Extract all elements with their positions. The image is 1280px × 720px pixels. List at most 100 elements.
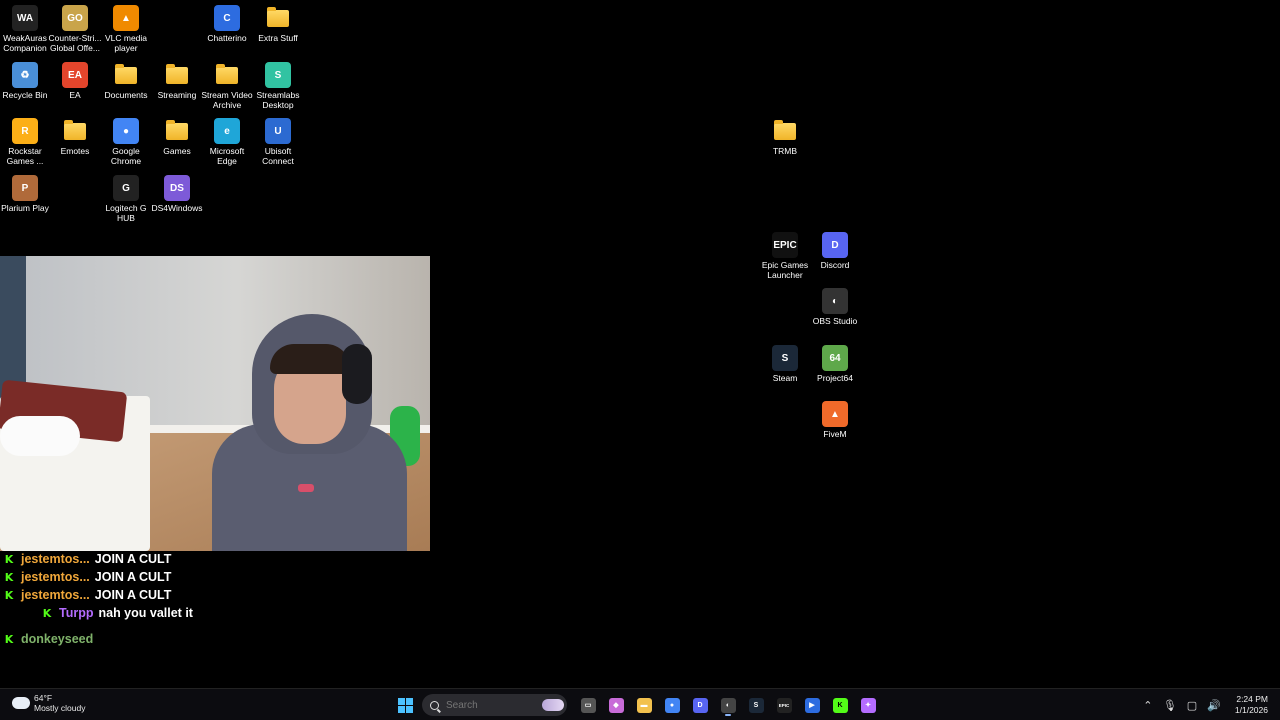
desktop-icon-rockstar-games[interactable]: R Rockstar Games ... (0, 118, 50, 166)
desktop-icon-label: Google Chrome (110, 146, 142, 166)
desktop-icon-fivem[interactable]: ▲ FiveM (810, 401, 860, 439)
taskbar-app-discord[interactable]: D (689, 693, 711, 717)
start-button[interactable] (394, 693, 416, 717)
vlc-media-player-icon: ▲ (113, 5, 139, 31)
clock[interactable]: 2:24 PM 1/1/2026 (1235, 694, 1268, 716)
project64-icon: 64 (822, 345, 848, 371)
clock-date: 1/1/2026 (1234, 705, 1268, 715)
desktop-icon-label: Streamlabs Desktop (256, 90, 300, 110)
desktop-icon-label: Epic Games Launcher (761, 260, 809, 280)
system-tray: ⌃ 🎙 ▢ 🔊 2:24 PM 1/1/2026 (1141, 692, 1268, 718)
steam-icon: S (748, 697, 764, 713)
desktop-icon-label: Extra Stuff (258, 33, 298, 43)
copilot-icon: ◆ (608, 697, 624, 713)
taskbar-app-task-view[interactable]: ▭ (577, 693, 599, 717)
desktop-icon-ubisoft-connect[interactable]: U Ubisoft Connect (253, 118, 303, 166)
desktop-icon-label: WeakAuras Companion (3, 33, 47, 53)
kick-badge-icon: K (4, 552, 14, 566)
desktop-icon-plarium-play[interactable]: P Plarium Play (0, 175, 50, 213)
taskbar-app-kick[interactable]: K (829, 693, 851, 717)
search-input[interactable] (446, 699, 536, 711)
desktop-icon-microsoft-edge[interactable]: e Microsoft Edge (202, 118, 252, 166)
kick-badge-icon: K (42, 606, 52, 620)
streamlabs-icon: ▶ (804, 697, 820, 713)
chat-username: jestemtos... (21, 552, 90, 566)
chevron-up-icon[interactable]: ⌃ (1141, 699, 1155, 712)
weather-temp: 64°F (34, 693, 53, 703)
chat-overlay: Kjestemtos... JOIN A CULT Kjestemtos... JOI… (0, 550, 430, 648)
desktop-icon-google-chrome[interactable]: ● Google Chrome (101, 118, 151, 166)
desktop-icon-weakauras-companion[interactable]: WA WeakAuras Companion (0, 5, 50, 53)
chat-text: JOIN A CULT (94, 570, 172, 584)
desktop-icon-label: Counter-Stri... Global Offe... (48, 33, 102, 53)
logitech-g-hub-icon: G (113, 175, 139, 201)
desktop-icon-stream-video-archive[interactable]: Stream Video Archive (201, 62, 253, 110)
chat-username: jestemtos... (21, 588, 90, 602)
desktop-icon-epic-games-launcher[interactable]: EPIC Epic Games Launcher (760, 232, 810, 280)
rockstar-games-icon: R (12, 118, 38, 144)
plarium-play-icon: P (12, 175, 38, 201)
search-highlight-icon (542, 699, 564, 711)
desktop-icon-streamlabs-desktop[interactable]: S Streamlabs Desktop (253, 62, 303, 110)
chat-username: Turpp (59, 606, 94, 620)
streamlabs-desktop-icon: S (265, 62, 291, 88)
taskbar-search[interactable] (422, 694, 567, 716)
desktop-icon-obs-studio[interactable]: ◐ OBS Studio (810, 288, 860, 326)
desktop-icon-emotes[interactable]: Emotes (50, 118, 100, 156)
desktop-icon-streaming[interactable]: Streaming (152, 62, 202, 100)
desktop-icon-ea[interactable]: EA EA (50, 62, 100, 100)
desktop-icon-extra-stuff[interactable]: Extra Stuff (253, 5, 303, 43)
chatterino-icon: C (214, 5, 240, 31)
taskbar-app-chatterino[interactable]: ✦ (857, 693, 879, 717)
volume-icon[interactable]: 🔊 (1207, 699, 1221, 712)
counter-stri-global-offe-icon: GO (62, 5, 88, 31)
taskbar: 64°F Mostly cloudy ▭ ◆ ▬ ● D ◐ S EPIC ▶ K ✦ ⌃ 🎙 ▢ … (0, 688, 1280, 720)
epic-games-launcher-icon: EPIC (772, 232, 798, 258)
desktop-icon-label: Project64 (817, 373, 853, 383)
microphone-icon[interactable]: 🎙 (1163, 699, 1177, 712)
desktop-icon-steam[interactable]: S Steam (760, 345, 810, 383)
chatterino-icon: ✦ (860, 697, 876, 713)
taskbar-app-obs[interactable]: ◐ (717, 693, 739, 717)
desktop-icon-trmb[interactable]: TRMB (760, 118, 810, 156)
recycle-bin-icon: ♻ (12, 62, 38, 88)
chat-message: Kjestemtos... JOIN A CULT (0, 586, 430, 604)
desktop-icon-documents[interactable]: Documents (101, 62, 151, 100)
cloud-icon (12, 693, 30, 709)
desktop-icon-games[interactable]: Games (152, 118, 202, 156)
discord-icon: D (692, 697, 708, 713)
network-icon[interactable]: ▢ (1185, 699, 1199, 712)
desktop-icon-label: Plarium Play (1, 203, 49, 213)
desktop-icon-logitech-g-hub[interactable]: G Logitech G HUB (101, 175, 151, 223)
taskbar-app-chrome[interactable]: ● (661, 693, 683, 717)
webcam-streamer (212, 314, 407, 551)
desktop-icon-label: Emotes (60, 146, 90, 156)
taskbar-app-copilot[interactable]: ◆ (605, 693, 627, 717)
desktop-icon-chatterino[interactable]: C Chatterino (202, 5, 252, 43)
ea-icon: EA (62, 62, 88, 88)
desktop-icon-ds4windows[interactable]: DS DS4Windows (151, 175, 203, 213)
weather-widget[interactable]: 64°F Mostly cloudy (12, 693, 86, 713)
obs-icon: ◐ (720, 697, 736, 713)
desktop-icon-vlc-media-player[interactable]: ▲ VLC media player (101, 5, 151, 53)
desktop-icon-label: Steam (772, 373, 798, 383)
taskbar-app-streamlabs[interactable]: ▶ (801, 693, 823, 717)
weather-condition: Mostly cloudy (34, 703, 86, 713)
webcam-hoodie-logo (298, 484, 314, 492)
taskbar-app-steam[interactable]: S (745, 693, 767, 717)
extra-stuff-icon (265, 5, 291, 31)
chrome-icon: ● (664, 697, 680, 713)
taskbar-app-epic-games[interactable]: EPIC (773, 693, 795, 717)
taskbar-app-file-explorer[interactable]: ▬ (633, 693, 655, 717)
desktop-icon-discord[interactable]: D Discord (810, 232, 860, 270)
microsoft-edge-icon: e (214, 118, 240, 144)
desktop-icon-counter-stri-global-offe[interactable]: GO Counter-Stri... Global Offe... (48, 5, 102, 53)
desktop-icon-label: Microsoft Edge (209, 146, 245, 166)
emotes-icon (62, 118, 88, 144)
games-icon (164, 118, 190, 144)
desktop-icon-project64[interactable]: 64 Project64 (810, 345, 860, 383)
chat-username: donkeyseed (21, 632, 94, 646)
desktop-icon-label: Games (163, 146, 191, 156)
desktop-icon-recycle-bin[interactable]: ♻ Recycle Bin (0, 62, 50, 100)
steam-icon: S (772, 345, 798, 371)
